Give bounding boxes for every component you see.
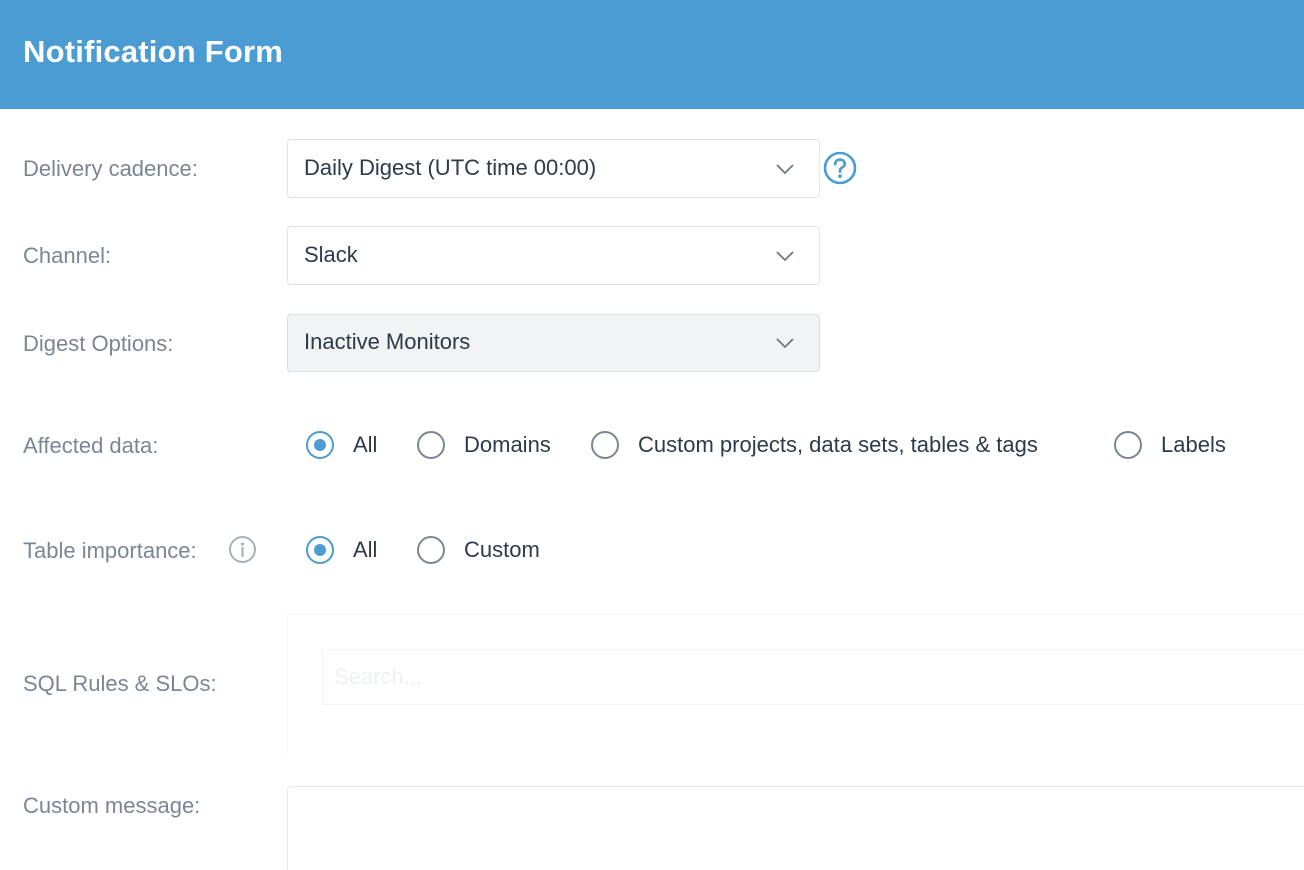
radio-checked-icon: [306, 431, 334, 459]
sql-rules-search-input[interactable]: [322, 649, 1304, 705]
info-circle-icon[interactable]: [228, 535, 257, 564]
custom-message-label: Custom message:: [23, 793, 201, 818]
affected-data-label: Affected data:: [23, 433, 159, 458]
digest-options-label: Digest Options:: [23, 331, 174, 356]
chevron-down-icon: [776, 164, 794, 175]
radio-checked-icon: [306, 536, 334, 564]
radio-unchecked-icon: [417, 431, 445, 459]
radio-unchecked-icon: [1114, 431, 1142, 459]
delivery-cadence-select[interactable]: Daily Digest (UTC time 00:00): [287, 139, 820, 198]
form-header: Notification Form: [0, 0, 1304, 109]
chevron-down-icon: [776, 251, 794, 262]
channel-label: Channel:: [23, 243, 112, 268]
radio-unchecked-icon: [417, 536, 445, 564]
help-circle-icon[interactable]: [823, 151, 857, 185]
digest-options-value: Inactive Monitors: [304, 329, 471, 354]
digest-options-select[interactable]: Inactive Monitors: [287, 314, 820, 372]
sql-rules-label: SQL Rules & SLOs:: [23, 671, 217, 696]
chevron-down-icon: [776, 338, 794, 349]
channel-value: Slack: [304, 242, 358, 267]
sql-rules-picker: [287, 614, 1304, 754]
radio-unchecked-icon: [591, 431, 619, 459]
table-importance-label: Table importance:: [23, 538, 197, 563]
channel-select[interactable]: Slack: [287, 226, 820, 285]
form-title: Notification Form: [23, 34, 283, 69]
delivery-cadence-label: Delivery cadence:: [23, 156, 198, 181]
custom-message-textarea[interactable]: [287, 786, 1304, 870]
delivery-cadence-value: Daily Digest (UTC time 00:00): [304, 155, 597, 180]
